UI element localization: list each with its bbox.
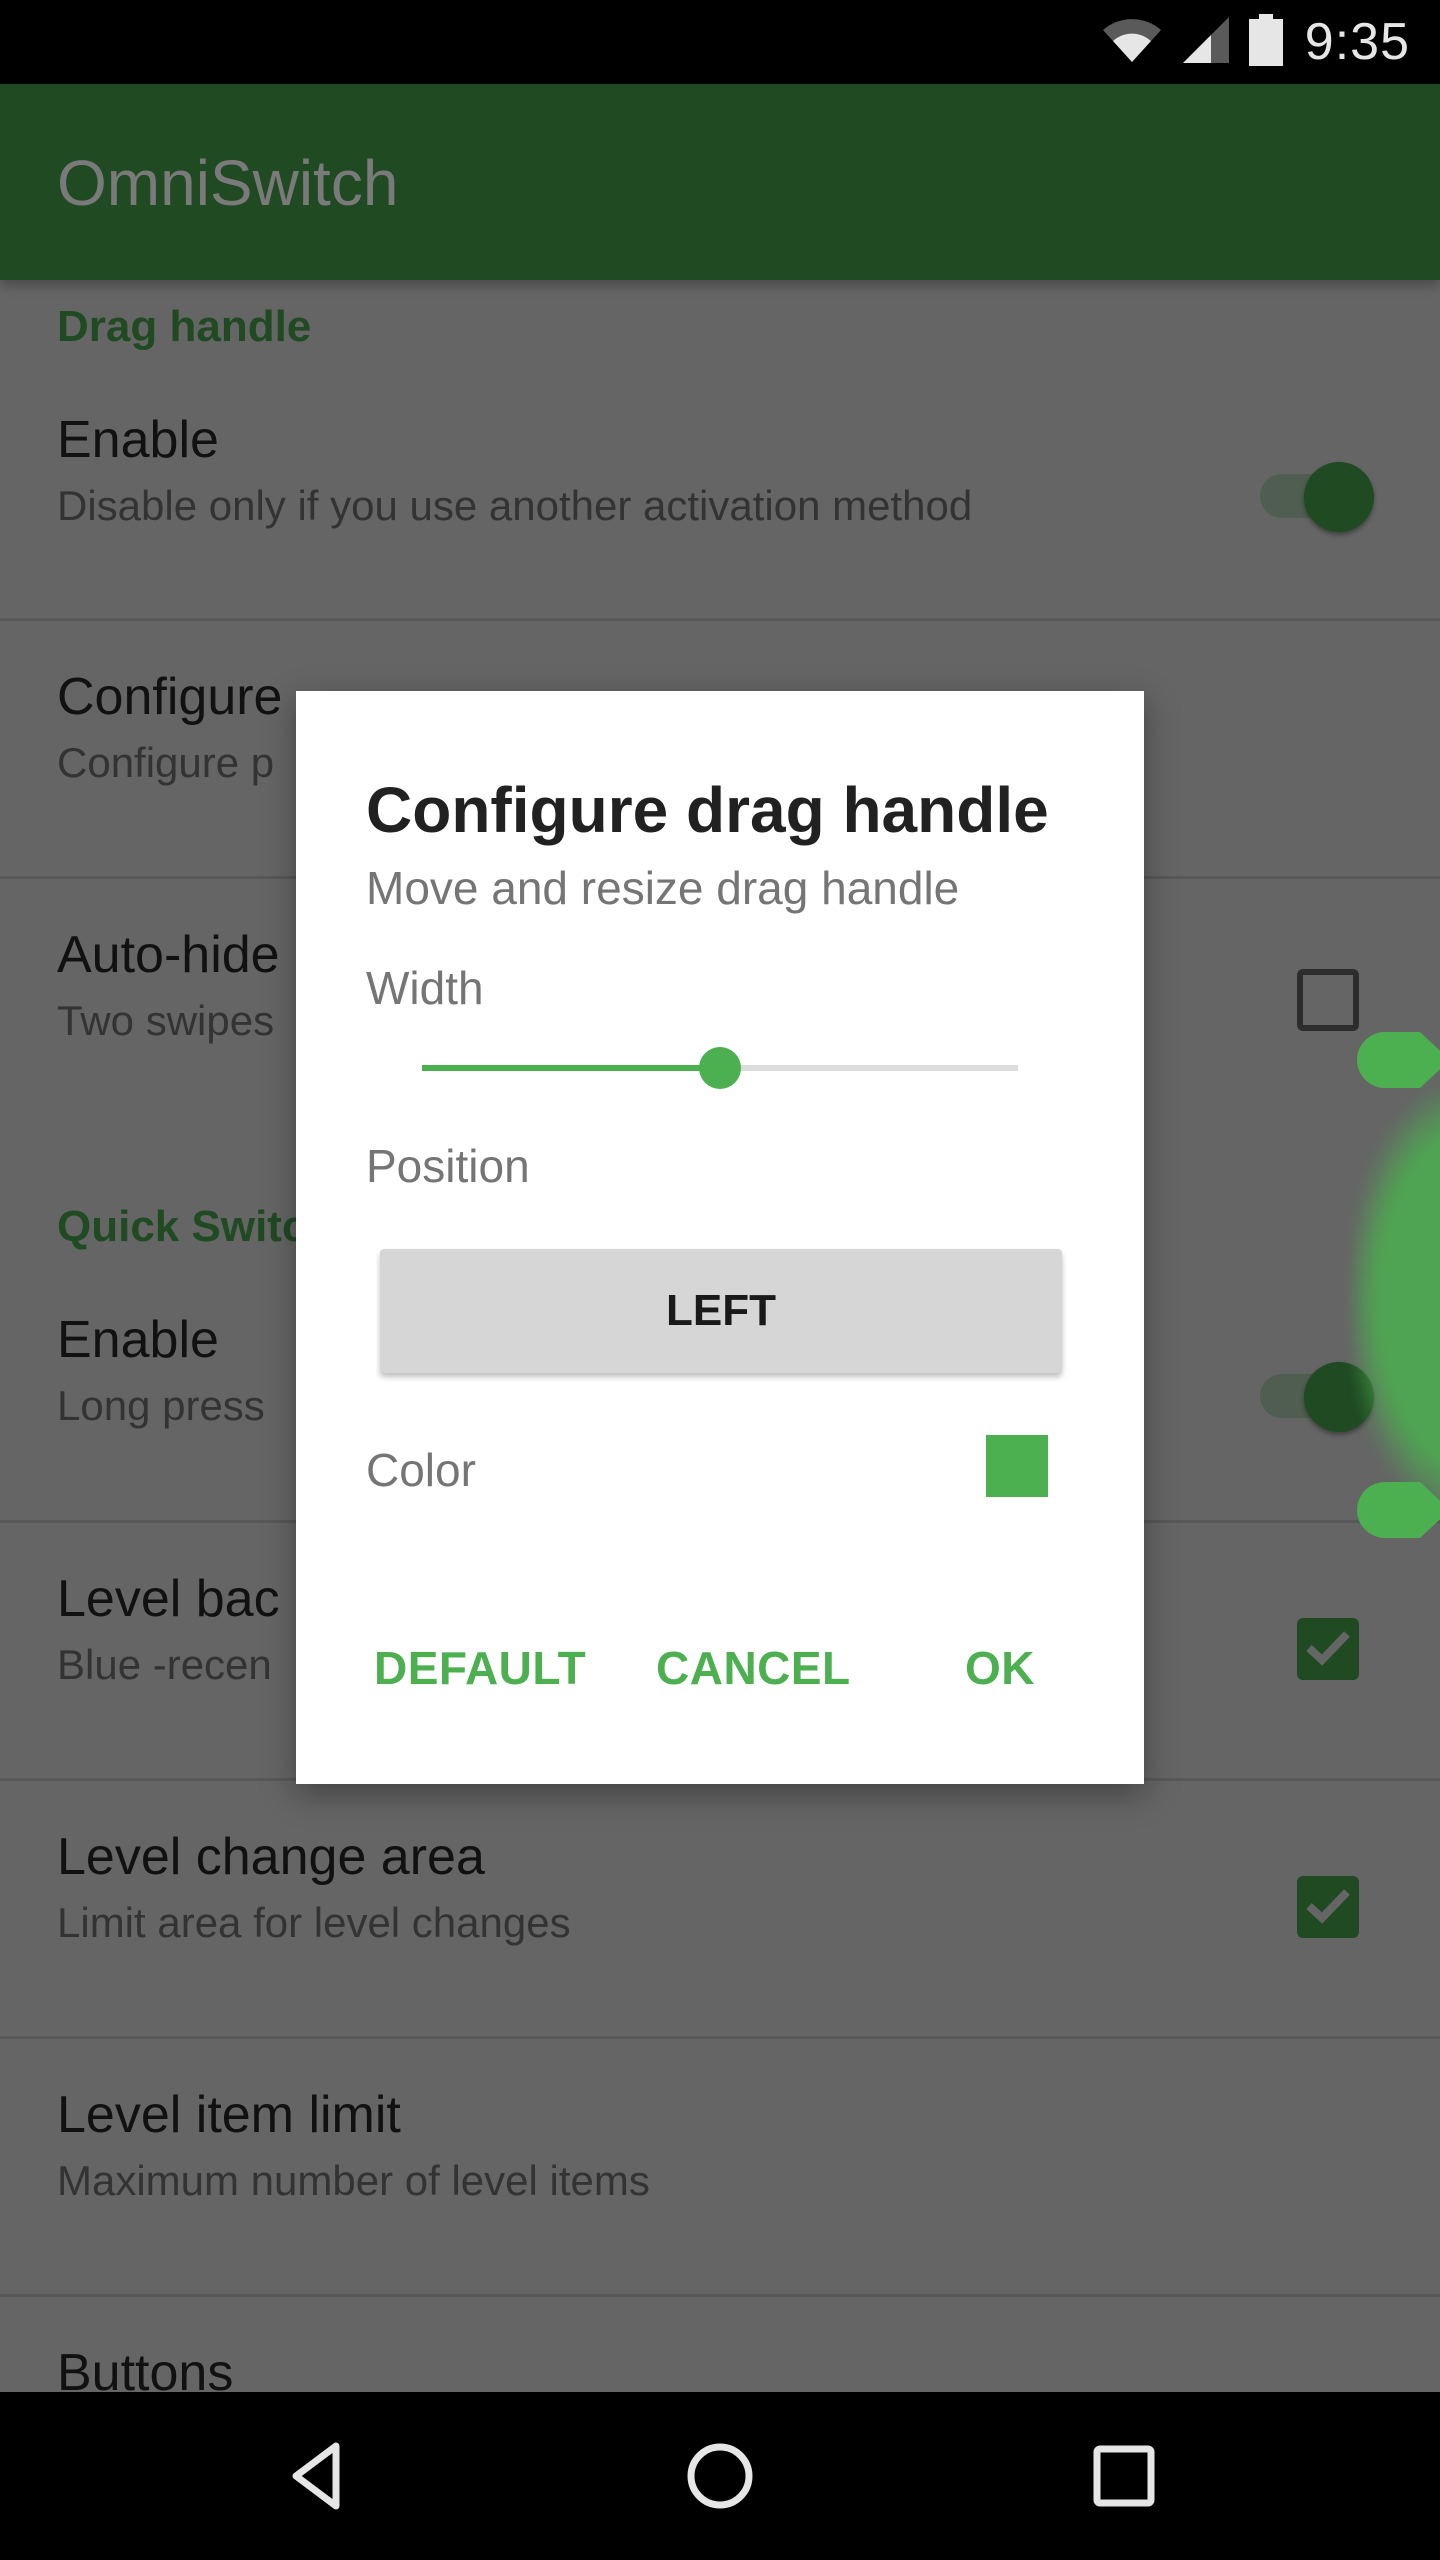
cancel-button[interactable]: CANCEL bbox=[656, 1641, 851, 1695]
drag-handle-top-resize-knob[interactable] bbox=[1355, 1030, 1440, 1090]
pref-subtitle: Blue -recen bbox=[57, 1641, 272, 1688]
app-bar: OmniSwitch bbox=[0, 84, 1440, 280]
home-button[interactable] bbox=[680, 2436, 760, 2516]
navigation-bar bbox=[0, 2392, 1440, 2560]
position-button[interactable]: LEFT bbox=[380, 1249, 1062, 1373]
recents-button[interactable] bbox=[1084, 2436, 1164, 2516]
drag-handle-bottom-resize-knob[interactable] bbox=[1355, 1480, 1440, 1540]
pref-buttons[interactable]: Buttons bbox=[0, 2297, 1440, 2392]
pref-subtitle: Limit area for level changes bbox=[57, 1899, 571, 1946]
width-slider[interactable] bbox=[422, 1041, 1018, 1097]
position-label: Position bbox=[366, 1140, 530, 1192]
pref-level-change-area[interactable]: Level change area Limit area for level c… bbox=[0, 1781, 1440, 2037]
pref-subtitle: Long press bbox=[57, 1382, 265, 1429]
pref-subtitle: Configure p bbox=[57, 739, 275, 786]
app-title: OmniSwitch bbox=[57, 147, 399, 219]
pref-subtitle: Two swipes bbox=[57, 997, 275, 1044]
pref-title: Enable bbox=[57, 1311, 219, 1369]
pref-subtitle: Disable only if you use another activati… bbox=[57, 482, 973, 529]
auto-hide-checkbox[interactable] bbox=[1297, 969, 1359, 1031]
home-icon bbox=[687, 2443, 753, 2509]
ok-button[interactable]: OK bbox=[965, 1641, 1035, 1695]
level-background-checkbox[interactable] bbox=[1297, 1618, 1359, 1680]
pref-title: Auto-hide bbox=[57, 926, 280, 984]
pref-subtitle: Maximum number of level items bbox=[57, 2157, 650, 2204]
pref-title: Buttons bbox=[57, 2344, 234, 2392]
level-change-area-checkbox[interactable] bbox=[1297, 1876, 1359, 1938]
default-button[interactable]: DEFAULT bbox=[374, 1641, 586, 1695]
pref-title: Configure bbox=[57, 668, 283, 726]
pref-title: Enable bbox=[57, 411, 219, 469]
battery-icon bbox=[1248, 13, 1283, 71]
enable-drag-handle-switch[interactable] bbox=[1252, 450, 1374, 532]
checkmark-icon bbox=[1306, 1889, 1350, 1924]
back-icon bbox=[292, 2442, 340, 2510]
wifi-icon bbox=[1101, 16, 1163, 69]
configure-drag-handle-dialog: Configure drag handle Move and resize dr… bbox=[296, 691, 1144, 1784]
pref-title: Level item limit bbox=[57, 2086, 401, 2144]
back-button[interactable] bbox=[276, 2436, 356, 2516]
slider-fill bbox=[422, 1065, 720, 1071]
color-swatch[interactable] bbox=[986, 1435, 1048, 1497]
color-label: Color bbox=[366, 1444, 476, 1496]
checkmark-icon bbox=[1306, 1631, 1350, 1666]
slider-thumb[interactable] bbox=[699, 1047, 741, 1089]
width-label: Width bbox=[366, 962, 484, 1014]
section-header-quick-switch: Quick Switc bbox=[57, 1202, 307, 1251]
pref-title: Level bac bbox=[57, 1570, 280, 1628]
pref-level-item-limit[interactable]: Level item limit Maximum number of level… bbox=[0, 2039, 1440, 2295]
section-header-drag-handle: Drag handle bbox=[57, 302, 312, 351]
switch-thumb bbox=[1304, 462, 1374, 532]
dialog-title: Configure drag handle bbox=[366, 774, 1049, 846]
status-bar: 9:35 bbox=[0, 0, 1440, 84]
status-time: 9:35 bbox=[1304, 13, 1410, 71]
cell-signal-icon bbox=[1181, 15, 1231, 70]
pref-drag-handle-enable[interactable]: Enable Disable only if you use another a… bbox=[0, 370, 1440, 620]
pref-title: Level change area bbox=[57, 1828, 485, 1886]
recents-icon bbox=[1093, 2445, 1155, 2507]
dialog-subtitle: Move and resize drag handle bbox=[366, 862, 960, 914]
